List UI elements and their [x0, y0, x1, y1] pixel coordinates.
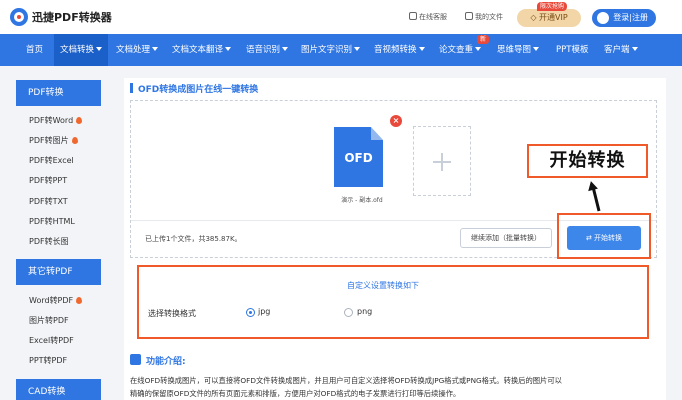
fire-icon: [76, 117, 83, 124]
user-icon: [597, 12, 609, 24]
customer-service-link[interactable]: 在线客服: [409, 12, 447, 22]
nav-item-doc-process[interactable]: 文档处理: [116, 34, 159, 66]
callout-label: 开始转换: [527, 144, 648, 178]
chevron-down-icon: [631, 47, 638, 51]
chevron-down-icon: [282, 47, 289, 51]
radio-label-png[interactable]: png: [357, 307, 372, 316]
sidebar-item-pdf-to-html[interactable]: PDF转HTML: [29, 216, 75, 227]
continue-add-button[interactable]: 继续添加（批量转换）: [460, 228, 552, 248]
settings-tip: 自定义设置转换如下: [347, 281, 419, 290]
nav-item-plagiarism-check[interactable]: 论文查重: [439, 34, 482, 66]
chevron-down-icon: [533, 47, 540, 51]
fire-icon: [71, 137, 78, 144]
sidebar-item-pdf-to-txt[interactable]: PDF转TXT: [29, 196, 68, 207]
nav-item-client[interactable]: 客户端: [604, 34, 638, 66]
vip-promo-tag: 限次抢购: [537, 2, 568, 11]
sidebar-item-pdf-to-word[interactable]: PDF转Word: [29, 115, 83, 126]
nav-item-speech-recognition[interactable]: 语音识别: [246, 34, 289, 66]
nav-item-mind-map[interactable]: 思维导图: [497, 34, 540, 66]
intro-title: 功能介绍:: [146, 357, 186, 367]
headset-icon: [409, 12, 417, 20]
chevron-down-icon: [354, 47, 361, 51]
intro-text-line-1: 在线OFD转换成图片，可以直接将OFD文件转换成图片，并且用户可自定义选择将OF…: [130, 376, 562, 385]
nav-item-home[interactable]: 首页: [26, 34, 43, 66]
remove-file-button[interactable]: ×: [390, 115, 402, 127]
logo-text[interactable]: 迅捷PDF转换器: [32, 9, 112, 25]
nav-item-image-ocr[interactable]: 图片文字识别: [301, 34, 361, 66]
sidebar-section-pdf-convert[interactable]: PDF转换: [16, 80, 101, 106]
sidebar-section-cad-convert[interactable]: CAD转换: [16, 379, 101, 400]
format-label: 选择转换格式: [148, 309, 196, 318]
file-name: 演示 - 副本.ofd: [341, 197, 383, 204]
chevron-down-icon: [225, 47, 232, 51]
sidebar-item-word-to-pdf[interactable]: Word转PDF: [29, 295, 83, 306]
radio-png[interactable]: [344, 308, 353, 317]
nav-item-doc-translate[interactable]: 文档文本翻译: [172, 34, 232, 66]
top-header: 迅捷PDF转换器 在线客服 我的文件 ◇ 开通VIP 限次抢购 登录|注册: [0, 0, 682, 34]
sidebar-item-pdf-to-excel[interactable]: PDF转Excel: [29, 155, 74, 166]
vip-button[interactable]: ◇ 开通VIP: [517, 9, 581, 27]
settings-panel: [137, 265, 649, 339]
nav-item-ppt-template[interactable]: PPT模板: [556, 34, 588, 66]
nav-item-av-convert[interactable]: 音视频转换: [374, 34, 425, 66]
sidebar-item-image-to-pdf[interactable]: 图片转PDF: [29, 315, 69, 326]
sidebar-item-ppt-to-pdf[interactable]: PPT转PDF: [29, 355, 67, 366]
intro-text-line-2: 精确的保留原OFD文件的所有页面元素和排版，方便用户对OFD格式的电子发票进行打…: [130, 389, 461, 398]
page: 迅捷PDF转换器 在线客服 我的文件 ◇ 开通VIP 限次抢购 登录|注册 首页…: [0, 0, 682, 400]
sidebar-item-pdf-to-ppt[interactable]: PDF转PPT: [29, 175, 67, 186]
diamond-icon: ◇: [530, 13, 540, 22]
chevron-down-icon: [418, 47, 425, 51]
logo-icon[interactable]: [10, 8, 28, 26]
chevron-down-icon: [96, 47, 103, 51]
plus-icon-vertical: [441, 153, 443, 171]
main-nav: 首页 文档转换 文档处理 文档文本翻译 语音识别 图片文字识别 音视频转换 论文…: [0, 34, 682, 66]
new-badge: 新: [477, 35, 489, 44]
sidebar-item-pdf-to-image[interactable]: PDF转图片: [29, 135, 78, 146]
radio-label-jpg[interactable]: jpg: [258, 307, 270, 316]
start-convert-button[interactable]: ⇄ 开始转换: [567, 226, 641, 250]
chevron-down-icon: [152, 47, 159, 51]
intro-icon: [130, 354, 141, 365]
radio-jpg[interactable]: [246, 308, 255, 317]
sidebar-section-other-to-pdf[interactable]: 其它转PDF: [16, 259, 101, 285]
convert-icon: ⇄: [585, 234, 595, 242]
nav-item-doc-convert[interactable]: 文档转换: [54, 34, 109, 66]
sidebar-item-excel-to-pdf[interactable]: Excel转PDF: [29, 335, 74, 346]
login-button[interactable]: 登录|注册: [592, 9, 656, 27]
page-title: OFD转换成图片在线一键转换: [138, 85, 259, 95]
chevron-down-icon: [475, 47, 482, 51]
file-icon: [465, 12, 473, 20]
fire-icon: [76, 297, 83, 304]
sidebar-item-pdf-to-long-image[interactable]: PDF转长图: [29, 236, 69, 247]
title-accent: [130, 83, 133, 93]
my-files-link[interactable]: 我的文件: [465, 12, 503, 22]
upload-status: 已上传1个文件，共385.87K。: [145, 235, 242, 243]
